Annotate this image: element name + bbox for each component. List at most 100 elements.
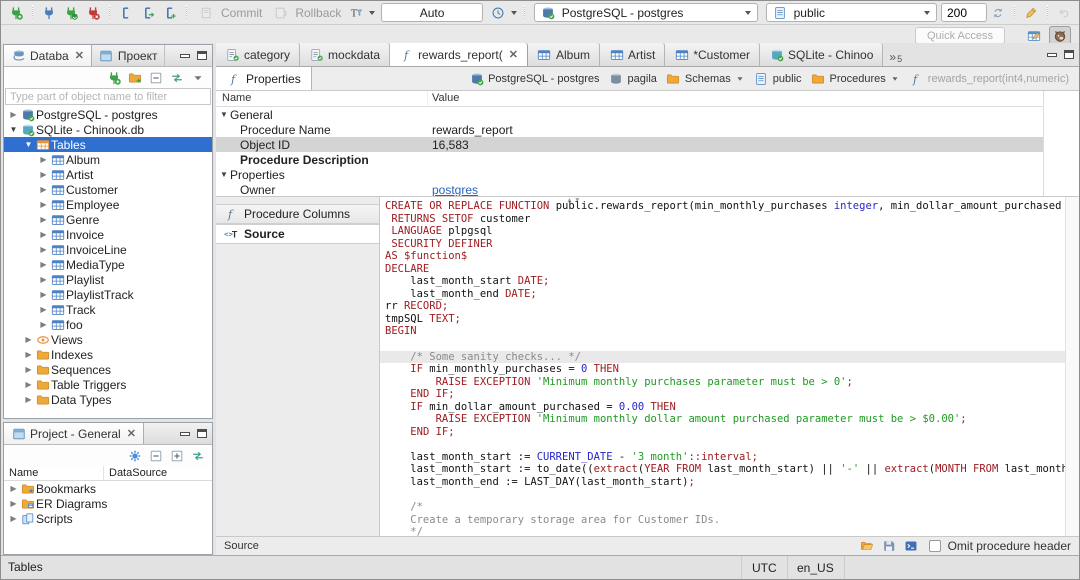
minimize-icon[interactable] [1047,52,1057,57]
expand-arrow-icon[interactable]: ▶ [38,200,49,209]
expand-arrow-icon[interactable]: ▶ [23,350,34,359]
sync-icon[interactable] [989,4,1007,22]
filter-settings-icon[interactable]: T [347,4,365,22]
tree-item-indexes[interactable]: ▶ Indexes [4,347,212,362]
editor-tab-category[interactable]: category [216,43,301,66]
gear-icon[interactable] [127,448,143,464]
project-item-scripts[interactable]: ▶ Scripts [4,511,212,526]
minimize-icon[interactable] [180,53,190,58]
tree-item-artist[interactable]: ▶ Artist [4,167,212,182]
history-icon[interactable] [489,4,507,22]
owner-link[interactable]: postgres [432,183,478,197]
chevron-down-icon[interactable] [737,76,743,81]
tab-overflow-indicator[interactable]: » 5 [883,43,908,66]
maximize-icon[interactable] [1064,50,1074,59]
tree-item-tables[interactable]: ▼ Tables [4,137,212,152]
tree-item-employee[interactable]: ▶ Employee [4,197,212,212]
expand-arrow-icon[interactable]: ▶ [38,260,49,269]
tree-item-sequences[interactable]: ▶ Sequences [4,362,212,377]
breadcrumb-item-rewards-report-int4-numeric-[interactable]: f rewards_report(int4,numeric) [909,71,1069,86]
commit-button[interactable]: Commit [196,4,262,22]
timezone-indicator[interactable]: UTC [741,556,788,579]
reconnect-icon[interactable] [62,4,80,22]
tab-properties[interactable]: f Properties [216,67,312,90]
minimize-icon[interactable] [180,431,190,436]
new-folder-icon[interactable] [127,70,143,86]
expand-arrow-icon[interactable]: ▶ [23,380,34,389]
expand-arrow-icon[interactable]: ▶ [38,275,49,284]
expand-arrow-icon[interactable]: ▶ [8,484,19,493]
collapse-arrow-icon[interactable]: ▼ [220,170,230,179]
new-conn-small-icon[interactable] [106,70,122,86]
expand-arrow-icon[interactable]: ▶ [8,514,19,523]
generate-icon[interactable] [1022,4,1040,22]
fetch-size-input[interactable] [941,3,987,22]
property-row-properties[interactable]: ▼ Properties [216,167,1079,182]
maximize-icon[interactable] [197,51,207,60]
project-item-er-diagrams[interactable]: ▶ ER Diagrams [4,496,212,511]
tab-projects[interactable]: Проект [92,45,166,66]
source-editor[interactable]: ▲▼ CREATE OR REPLACE FUNCTION public.rew… [380,197,1079,536]
disconnect-icon[interactable] [84,4,102,22]
breadcrumb-item-pagila[interactable]: pagila [609,71,657,86]
chevron-down-icon[interactable] [369,10,376,15]
locale-indicator[interactable]: en_US [787,556,845,579]
tree-item-invoiceline[interactable]: ▶ InvoiceLine [4,242,212,257]
chevron-down-icon[interactable] [892,76,898,81]
breadcrumb-item-schemas[interactable]: Schemas [666,71,745,86]
tab-database-navigator[interactable]: Databa ✕ [4,45,92,66]
new-connection-icon[interactable] [7,4,25,22]
omit-header-checkbox[interactable] [928,540,941,552]
expand-arrow-icon[interactable]: ▶ [38,155,49,164]
tree-item-foo[interactable]: ▶ foo [4,317,212,332]
recent-sql-editor-icon[interactable] [139,4,157,22]
open-folder-icon[interactable] [858,537,876,555]
expand-arrow-icon[interactable]: ▶ [8,110,19,119]
tree-item-playlist[interactable]: ▶ Playlist [4,272,212,287]
project-item-bookmarks[interactable]: ▶ Bookmarks [4,481,212,496]
property-row-general[interactable]: ▼ General [216,107,1079,122]
save-icon[interactable] [880,537,898,555]
collapse-arrow-icon[interactable]: ▼ [220,110,230,119]
column-value[interactable]: Value [428,91,1079,106]
terminal-icon[interactable] [902,537,920,555]
expand-arrow-icon[interactable]: ▶ [8,499,19,508]
breadcrumb-item-postgresql-postgres[interactable]: PostgreSQL - postgres [469,71,600,86]
link-editor-icon[interactable] [169,70,185,86]
tree-item-table-triggers[interactable]: ▶ Table Triggers [4,377,212,392]
view-menu-icon[interactable] [190,70,206,86]
expand-arrow-icon[interactable]: ▶ [38,185,49,194]
side-tab-source[interactable]: <> T Source [216,224,379,244]
tree-item-track[interactable]: ▶ Track [4,302,212,317]
column-datasource[interactable]: DataSource [104,466,172,480]
new-sql-script-icon[interactable] [161,4,179,22]
expand-arrow-icon[interactable]: ▶ [38,170,49,179]
expand-all-icon[interactable] [169,448,185,464]
close-icon[interactable]: ✕ [509,48,518,61]
expand-arrow-icon[interactable]: ▶ [23,335,34,344]
transaction-mode-combo[interactable]: Auto [381,3,483,22]
column-name[interactable]: Name [216,91,428,106]
tree-item-views[interactable]: ▶ Views [4,332,212,347]
maximize-icon[interactable] [197,429,207,438]
editor-tab-mockdata[interactable]: mockdata [300,43,391,66]
column-name[interactable]: Name [4,466,104,480]
tab-project-general[interactable]: Project - General ✕ [4,423,144,444]
tree-item-invoice[interactable]: ▶ Invoice [4,227,212,242]
property-row-procedure-description[interactable]: Procedure Description [216,152,1079,167]
collapse-all-icon[interactable] [148,70,164,86]
rollback-button[interactable]: Rollback [270,4,341,22]
expand-arrow-icon[interactable]: ▶ [38,290,49,299]
tree-item-genre[interactable]: ▶ Genre [4,212,212,227]
tree-item-album[interactable]: ▶ Album [4,152,212,167]
breadcrumb-item-procedures[interactable]: Procedures [811,71,900,86]
close-icon[interactable]: ✕ [75,49,84,62]
expand-arrow-icon[interactable]: ▶ [23,395,34,404]
active-connection-combo[interactable]: PostgreSQL - postgres [533,3,758,22]
editor-tab-album[interactable]: Album [527,43,600,66]
tree-item-mediatype[interactable]: ▶ MediaType [4,257,212,272]
properties-scrollbar[interactable] [1043,91,1079,196]
source-scrollbar[interactable] [1065,197,1079,536]
expand-arrow-icon[interactable]: ▶ [38,230,49,239]
property-row-procedure-name[interactable]: Procedure Name rewards_report [216,122,1079,137]
